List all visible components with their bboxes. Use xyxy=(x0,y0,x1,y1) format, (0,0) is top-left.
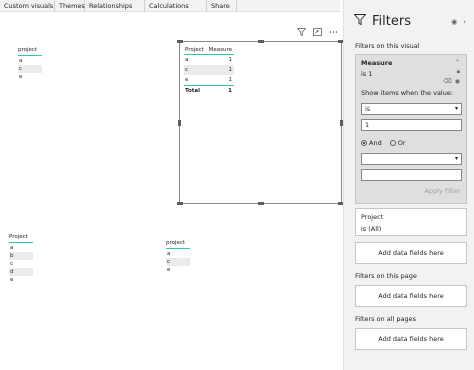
tab-share[interactable]: Share xyxy=(207,0,237,12)
table: Project Measure a 1 c 1 e 1 Total 1 xyxy=(184,45,234,95)
resize-handle[interactable] xyxy=(178,120,181,126)
add-data-fields-page[interactable]: Add data fields here xyxy=(355,285,467,307)
chevron-down-icon: ▾ xyxy=(454,105,458,112)
value-input-1[interactable]: 1 xyxy=(361,119,462,131)
chevron-down-icon: ▾ xyxy=(454,155,458,162)
slicer-header: project xyxy=(18,47,42,56)
table-cell: 1 xyxy=(228,77,233,83)
filters-on-all-pages-label: Filters on all pages xyxy=(355,315,416,323)
slicer-item[interactable]: d xyxy=(9,268,33,276)
resize-handle[interactable] xyxy=(258,202,264,205)
table-header-row: Project Measure xyxy=(184,45,234,55)
filter-card-project[interactable]: Project is (All) xyxy=(355,208,467,236)
radio-unselected-icon xyxy=(389,140,396,146)
slicer-project-top[interactable]: project a c e xyxy=(18,47,42,81)
filters-pane: Filters ◉ › Filters on this visual Measu… xyxy=(343,0,474,370)
slicer-project-bottom-mid[interactable]: project a c e xyxy=(166,240,190,274)
table-visual[interactable]: Project Measure a 1 c 1 e 1 Total 1 xyxy=(177,40,344,205)
column-header-project[interactable]: Project xyxy=(184,45,206,54)
filters-on-page-label: Filters on this page xyxy=(355,272,417,280)
slicer-item[interactable]: b xyxy=(9,252,33,260)
filter-card-summary: is 1 xyxy=(361,70,373,78)
radio-selected-icon xyxy=(361,140,367,146)
filter-card-title: Project xyxy=(361,213,384,221)
tab-calculations[interactable]: Calculations xyxy=(145,0,207,12)
eye-icon[interactable]: ◉ xyxy=(451,18,457,26)
ribbon-tabs: Custom visuals Themes Relationships Calc… xyxy=(0,0,340,12)
table-row[interactable]: e 1 xyxy=(184,75,234,85)
total-value: 1 xyxy=(228,88,232,94)
slicer-item[interactable]: c xyxy=(9,260,33,268)
filters-pane-title: Filters xyxy=(353,14,411,29)
logic-radio-group: And Or xyxy=(361,139,406,147)
filters-on-visual-label: Filters on this visual xyxy=(355,42,420,50)
filter-card-measure[interactable]: Measure is 1 ⌃ 🔒︎ ⌫ ◉ Show items when th… xyxy=(355,54,467,204)
or-label: Or xyxy=(397,139,406,147)
slicer-item[interactable]: a xyxy=(9,244,33,252)
table-total-row: Total 1 xyxy=(184,85,234,95)
slicer-project-bottom-left[interactable]: Project a b c d e xyxy=(9,234,33,284)
slicer-item[interactable]: e xyxy=(18,73,42,81)
slicer-item[interactable]: c xyxy=(18,65,42,73)
filter-icon xyxy=(353,14,367,29)
slicer-item[interactable]: a xyxy=(166,250,190,258)
and-label: And xyxy=(369,139,382,147)
tab-relationships[interactable]: Relationships xyxy=(85,0,145,12)
tab-custom-visuals[interactable]: Custom visuals xyxy=(0,0,55,12)
filter-icon[interactable] xyxy=(296,28,307,38)
and-radio[interactable]: And xyxy=(361,139,382,147)
show-items-label: Show items when the value: xyxy=(361,89,454,97)
filter-card-icons: ⌃ 🔒︎ ⌫ ◉ xyxy=(443,59,460,85)
table-row[interactable]: a 1 xyxy=(184,55,234,65)
table-cell: e xyxy=(185,77,189,83)
table-cell: a xyxy=(185,57,189,63)
eraser-icon[interactable]: ⌫ xyxy=(443,78,451,85)
table-cell: 1 xyxy=(228,67,233,73)
condition-dropdown-2[interactable]: ▾ xyxy=(361,153,462,165)
condition-value: is xyxy=(365,105,371,113)
eye-icon[interactable]: ◉ xyxy=(455,78,460,85)
slicer-item[interactable]: a xyxy=(18,57,42,65)
resize-handle[interactable] xyxy=(258,40,264,43)
slicer-item[interactable]: e xyxy=(166,266,190,274)
tab-themes[interactable]: Themes xyxy=(55,0,85,12)
filter-card-title: Measure xyxy=(361,59,393,67)
table-cell: c xyxy=(185,67,189,73)
or-radio[interactable]: Or xyxy=(389,139,406,147)
slicer-header: project xyxy=(166,240,190,249)
visual-toolbar xyxy=(296,28,338,38)
focus-mode-icon[interactable] xyxy=(313,28,322,38)
apply-filter-button[interactable]: Apply filter xyxy=(424,187,460,195)
add-data-fields-all-pages[interactable]: Add data fields here xyxy=(355,328,467,350)
condition-dropdown-1[interactable]: is ▾ xyxy=(361,103,462,115)
pane-header-icons: ◉ › xyxy=(451,18,466,26)
value-input-2[interactable] xyxy=(361,169,462,181)
resize-handle[interactable] xyxy=(177,202,183,205)
slicer-item[interactable]: c xyxy=(166,258,190,266)
expand-icon[interactable]: ⌃ xyxy=(455,59,460,66)
filters-title-text: Filters xyxy=(372,14,411,29)
collapse-icon[interactable]: › xyxy=(463,18,466,26)
column-header-measure[interactable]: Measure xyxy=(206,45,234,54)
more-options-icon[interactable] xyxy=(329,28,338,38)
slicer-header: Project xyxy=(9,234,33,243)
slicer-item[interactable]: e xyxy=(9,276,33,284)
add-data-fields-visual[interactable]: Add data fields here xyxy=(355,242,467,264)
total-label: Total xyxy=(185,88,201,94)
resize-handle[interactable] xyxy=(177,40,183,43)
table-cell: 1 xyxy=(228,57,233,63)
filter-card-summary: is (All) xyxy=(361,225,382,233)
table-row[interactable]: c 1 xyxy=(184,65,234,75)
lock-icon[interactable]: 🔒︎ xyxy=(457,68,460,76)
